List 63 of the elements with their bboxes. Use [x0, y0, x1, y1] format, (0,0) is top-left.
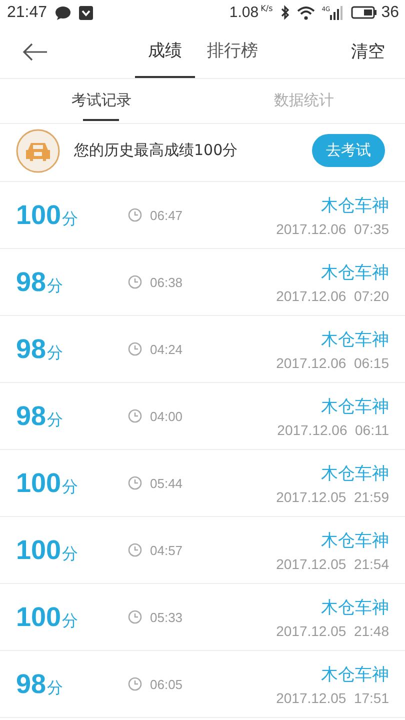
- wifi-icon: [296, 6, 315, 20]
- clock-icon: [128, 543, 142, 557]
- score-value: 98: [16, 334, 46, 364]
- clock-icon: [128, 610, 142, 624]
- date-time: 2017.12.06 07:35: [276, 220, 389, 236]
- battery-level: 36: [381, 4, 399, 22]
- clear-button[interactable]: 清空: [341, 25, 405, 78]
- clock-icon: [128, 409, 142, 423]
- score-unit: 分: [47, 410, 64, 430]
- bluetooth-icon: [280, 5, 290, 20]
- score-value: 100: [16, 534, 62, 566]
- score-unit: 分: [62, 544, 78, 564]
- chat-bubble-icon: [55, 6, 72, 20]
- user-name: 木仓车神: [321, 462, 389, 484]
- speed-unit: K/s: [260, 4, 273, 13]
- user-name: 木仓车神: [321, 396, 389, 418]
- battery-icon: [351, 6, 378, 19]
- duration-text: 06:05: [150, 676, 183, 692]
- clock-icon: [128, 342, 142, 356]
- score-value: 98: [16, 400, 46, 432]
- back-arrow-icon: [22, 42, 48, 60]
- best-score-text: 您的历史最高成绩100分: [74, 141, 238, 160]
- date-time: 2017.12.05 21:59: [276, 488, 389, 504]
- user-name: 木仓车神: [321, 530, 389, 552]
- clock-icon: [128, 208, 142, 222]
- user-name: 木仓车神: [321, 194, 389, 216]
- duration-text: 05:44: [150, 476, 183, 490]
- score-value: 100: [16, 200, 62, 230]
- duration-text: 06:47: [150, 208, 183, 222]
- score-unit: 分: [47, 276, 64, 296]
- score-value: 98: [16, 266, 46, 298]
- score-unit: 分: [62, 208, 78, 230]
- score-unit: 分: [47, 342, 64, 364]
- date-time: 2017.12.05 17:51: [276, 690, 389, 706]
- score-value: 98: [16, 668, 46, 700]
- score-unit: 分: [47, 678, 64, 698]
- duration-text: 04:57: [150, 542, 183, 558]
- tab[interactable]: 排行榜: [195, 25, 270, 78]
- duration-text: 06:38: [150, 274, 183, 290]
- car-icon: [16, 128, 60, 172]
- tab[interactable]: 成绩: [135, 25, 195, 78]
- date-time: 2017.12.05 21:54: [276, 556, 389, 572]
- clock-icon: [128, 275, 142, 289]
- clock-time: 21:47: [7, 4, 48, 22]
- score-value: 100: [16, 468, 62, 498]
- user-name: 木仓车神: [321, 664, 389, 686]
- user-name: 木仓车神: [321, 328, 389, 350]
- user-name: 木仓车神: [321, 596, 389, 618]
- duration-text: 04:24: [150, 342, 183, 356]
- signal-icon: [330, 6, 344, 20]
- date-time: 2017.12.06 06:15: [276, 354, 389, 370]
- clock-icon: [128, 476, 142, 490]
- duration-text: 05:33: [150, 610, 183, 624]
- date-time: 2017.12.05 21:48: [276, 622, 389, 638]
- score-value: 100: [16, 602, 62, 632]
- date-time: 2017.12.06 06:11: [277, 422, 389, 438]
- date-time: 2017.12.06 07:20: [276, 288, 389, 304]
- duration-text: 04:00: [150, 408, 183, 424]
- network-speed: 1.08: [229, 4, 259, 21]
- clock-icon: [128, 677, 142, 691]
- user-name: 木仓车神: [321, 262, 389, 284]
- score-unit: 分: [62, 476, 78, 498]
- score-unit: 分: [62, 610, 78, 632]
